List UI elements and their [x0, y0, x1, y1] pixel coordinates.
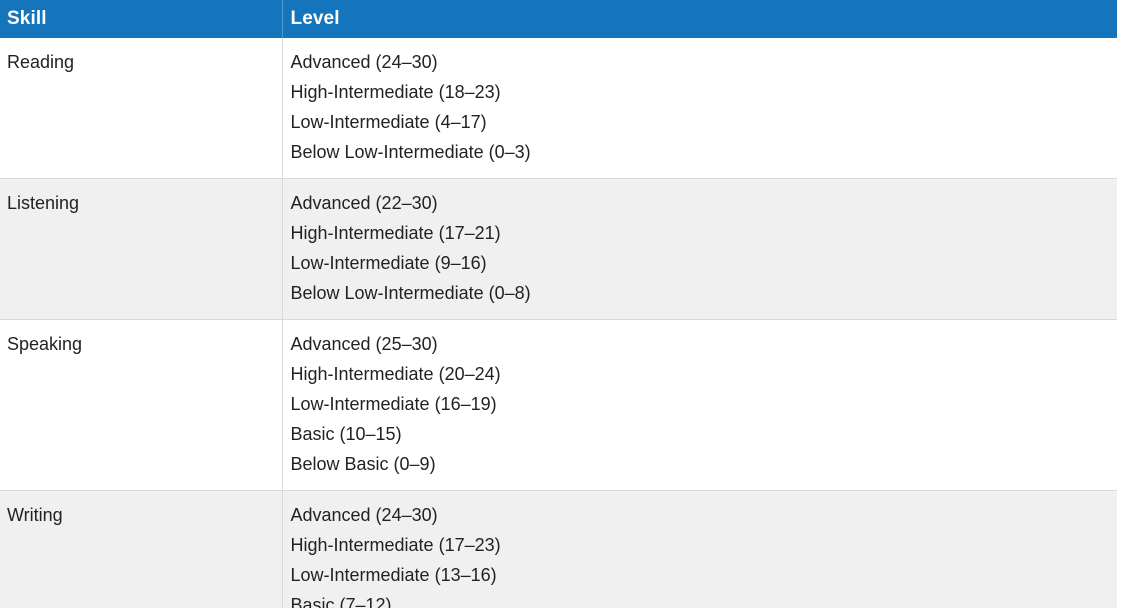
table-header-row: Skill Level [0, 0, 1117, 38]
skill-level-table: Skill Level Reading Advanced (24–30) Hig… [0, 0, 1117, 608]
table-row: Listening Advanced (22–30) High-Intermed… [0, 178, 1117, 320]
cell-level-speaking: Advanced (25–30) High-Intermediate (20–2… [282, 319, 1117, 491]
skill-level-table-container: Skill Level Reading Advanced (24–30) Hig… [0, 0, 1122, 608]
level-item: High-Intermediate (17–21) [290, 223, 501, 243]
table-row: Reading Advanced (24–30) High-Intermedia… [0, 38, 1117, 179]
level-item: Below Basic (0–9) [290, 454, 436, 474]
level-item: High-Intermediate (20–24) [290, 364, 501, 384]
cell-skill-writing: Writing [0, 490, 283, 608]
cell-skill-listening: Listening [0, 178, 283, 320]
cell-skill-speaking: Speaking [0, 319, 283, 491]
table-header: Skill Level [0, 0, 1117, 38]
level-item: Advanced (24–30) [290, 52, 438, 72]
cell-level-listening: Advanced (22–30) High-Intermediate (17–2… [282, 178, 1117, 320]
cell-level-writing: Advanced (24–30) High-Intermediate (17–2… [282, 490, 1117, 608]
level-item: Basic (10–15) [290, 424, 402, 444]
level-item: High-Intermediate (18–23) [290, 82, 501, 102]
level-item: Below Low-Intermediate (0–8) [290, 283, 531, 303]
level-item: Low-Intermediate (13–16) [290, 565, 497, 585]
column-header-level: Level [281, 0, 1117, 38]
table-body: Reading Advanced (24–30) High-Intermedia… [0, 38, 1117, 608]
level-item: Basic (7–12) [290, 595, 392, 608]
column-header-skill: Skill [7, 8, 47, 29]
level-item: Low-Intermediate (9–16) [290, 253, 487, 273]
level-item: High-Intermediate (17–23) [290, 535, 501, 555]
cell-skill-reading: Reading [0, 38, 283, 179]
table-row: Speaking Advanced (25–30) High-Intermedi… [0, 319, 1117, 491]
level-item: Below Low-Intermediate (0–3) [290, 142, 531, 162]
cell-level-reading: Advanced (24–30) High-Intermediate (18–2… [282, 38, 1117, 179]
table-row: Writing Advanced (24–30) High-Intermedia… [0, 490, 1117, 608]
level-item: Advanced (22–30) [290, 193, 438, 213]
level-item: Low-Intermediate (4–17) [290, 112, 487, 132]
level-item: Low-Intermediate (16–19) [290, 394, 497, 414]
level-item: Advanced (24–30) [290, 505, 438, 525]
level-item: Advanced (25–30) [290, 334, 438, 354]
